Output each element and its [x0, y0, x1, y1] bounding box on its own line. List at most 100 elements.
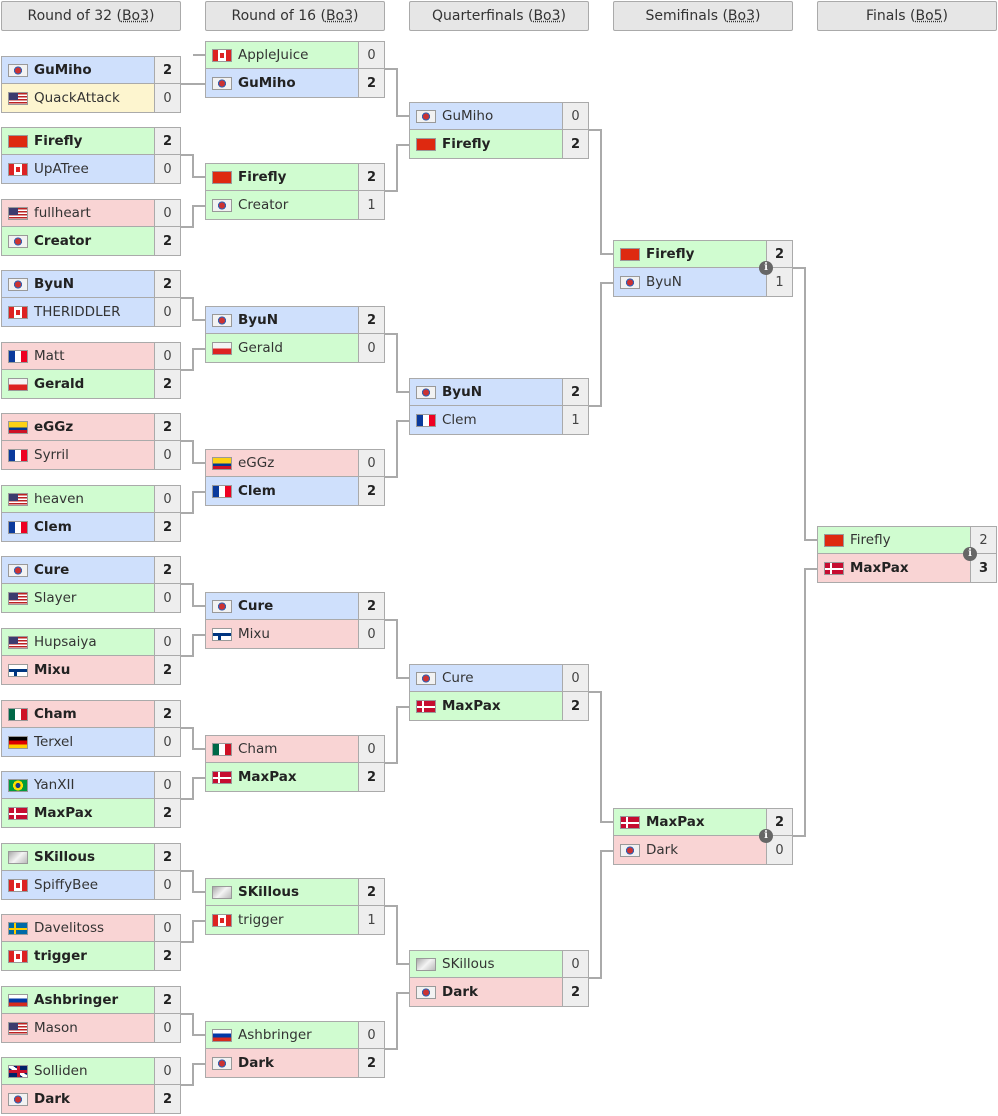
round-header-3: Semifinals (Bo3): [613, 1, 793, 31]
player-cell: MaxPax: [818, 554, 971, 582]
match[interactable]: ByuN 2 THERIDDLER 0: [1, 270, 181, 327]
match[interactable]: AppleJuice 0 GuMiho 2: [205, 41, 385, 98]
player-row[interactable]: Hupsaiya 0: [1, 628, 181, 656]
player-row[interactable]: Cham 2: [1, 700, 181, 728]
player-row[interactable]: Clem 1: [409, 406, 589, 435]
match[interactable]: Solliden 0 Dark 2: [1, 1057, 181, 1114]
player-row[interactable]: trigger 2: [1, 942, 181, 971]
match[interactable]: SKillous 2 trigger 1: [205, 878, 385, 935]
player-row[interactable]: Creator 1: [205, 191, 385, 220]
match[interactable]: heaven 0 Clem 2: [1, 485, 181, 542]
match[interactable]: eGGz 2 Syrril 0: [1, 413, 181, 470]
player-row[interactable]: AppleJuice 0: [205, 41, 385, 69]
player-score: 0: [359, 1022, 384, 1048]
player-name: SKillous: [238, 884, 299, 900]
player-row[interactable]: ByuN 2: [1, 270, 181, 298]
player-row[interactable]: SKillous 2: [205, 878, 385, 906]
player-row[interactable]: Terxel 0: [1, 728, 181, 757]
player-row[interactable]: trigger 1: [205, 906, 385, 935]
player-row[interactable]: Ashbringer 0: [205, 1021, 385, 1049]
match[interactable]: Firefly 2 Creator 1: [205, 163, 385, 220]
player-score: 0: [155, 1058, 180, 1084]
match[interactable]: YanXII 0 MaxPax 2: [1, 771, 181, 828]
player-row[interactable]: Slayer 0: [1, 584, 181, 613]
player-row[interactable]: fullheart 0: [1, 199, 181, 227]
flag-ca-icon: [8, 949, 28, 963]
player-row[interactable]: SKillous 2: [1, 843, 181, 871]
match[interactable]: SKillous 0 Dark 2: [409, 950, 589, 1007]
player-row[interactable]: Davelitoss 0: [1, 914, 181, 942]
player-row[interactable]: SKillous 0: [409, 950, 589, 978]
player-row[interactable]: Creator 2: [1, 227, 181, 256]
match-info-icon[interactable]: i: [759, 261, 773, 275]
player-row[interactable]: ByuN 2: [409, 378, 589, 406]
player-cell: Solliden: [2, 1058, 155, 1084]
player-row[interactable]: Gerald 2: [1, 370, 181, 399]
player-row[interactable]: QuackAttack 0: [1, 84, 181, 113]
player-row[interactable]: Firefly 2: [409, 130, 589, 159]
player-cell: Firefly: [410, 130, 563, 158]
player-row[interactable]: eGGz 2: [1, 413, 181, 441]
match[interactable]: SKillous 2 SpiffyBee 0: [1, 843, 181, 900]
player-cell: Firefly: [2, 128, 155, 154]
player-row[interactable]: GuMiho 2: [205, 69, 385, 98]
flag-cn-icon: [416, 137, 436, 151]
player-row[interactable]: THERIDDLER 0: [1, 298, 181, 327]
match[interactable]: Hupsaiya 0 Mixu 2: [1, 628, 181, 685]
player-row[interactable]: Dark 2: [1, 1085, 181, 1114]
match[interactable]: GuMiho 2 QuackAttack 0: [1, 56, 181, 113]
player-row[interactable]: SpiffyBee 0: [1, 871, 181, 900]
player-row[interactable]: Solliden 0: [1, 1057, 181, 1085]
player-row[interactable]: MaxPax 2: [1, 799, 181, 828]
player-row[interactable]: UpATree 0: [1, 155, 181, 184]
match[interactable]: Matt 0 Gerald 2: [1, 342, 181, 399]
match[interactable]: Cham 2 Terxel 0: [1, 700, 181, 757]
player-row[interactable]: Cure 2: [1, 556, 181, 584]
match[interactable]: ByuN 2 Clem 1: [409, 378, 589, 435]
player-row[interactable]: Clem 2: [1, 513, 181, 542]
player-row[interactable]: MaxPax 2: [205, 763, 385, 792]
match[interactable]: Davelitoss 0 trigger 2: [1, 914, 181, 971]
player-row[interactable]: Firefly 2: [1, 127, 181, 155]
player-row[interactable]: YanXII 0: [1, 771, 181, 799]
player-row[interactable]: ByuN 2: [205, 306, 385, 334]
player-row[interactable]: Dark 2: [409, 978, 589, 1007]
match[interactable]: fullheart 0 Creator 2: [1, 199, 181, 256]
player-row[interactable]: Mason 0: [1, 1014, 181, 1043]
player-row[interactable]: Matt 0: [1, 342, 181, 370]
player-row[interactable]: Mixu 2: [1, 656, 181, 685]
flag-fr-icon: [8, 520, 28, 534]
match[interactable]: Firefly 2 UpATree 0: [1, 127, 181, 184]
player-row[interactable]: heaven 0: [1, 485, 181, 513]
match[interactable]: GuMiho 0 Firefly 2: [409, 102, 589, 159]
match-info-icon[interactable]: i: [759, 829, 773, 843]
player-row[interactable]: Dark 2: [205, 1049, 385, 1078]
round-format: Bo5: [915, 8, 943, 24]
player-row[interactable]: Ashbringer 2: [1, 986, 181, 1014]
match[interactable]: Ashbringer 0 Dark 2: [205, 1021, 385, 1078]
player-row[interactable]: Cure 0: [409, 664, 589, 692]
match[interactable]: Cure 2 Mixu 0: [205, 592, 385, 649]
match[interactable]: Cham 0 MaxPax 2: [205, 735, 385, 792]
player-row[interactable]: Syrril 0: [1, 441, 181, 470]
match[interactable]: Cure 0 MaxPax 2: [409, 664, 589, 721]
player-row[interactable]: MaxPax 2: [409, 692, 589, 721]
player-row[interactable]: Mixu 0: [205, 620, 385, 649]
player-cell: Terxel: [2, 728, 155, 756]
player-row[interactable]: Cham 0: [205, 735, 385, 763]
match[interactable]: eGGz 0 Clem 2: [205, 449, 385, 506]
player-cell: GuMiho: [2, 57, 155, 83]
player-row[interactable]: GuMiho 2: [1, 56, 181, 84]
match[interactable]: ByuN 2 Gerald 0: [205, 306, 385, 363]
player-row[interactable]: Firefly 2: [205, 163, 385, 191]
player-row[interactable]: Cure 2: [205, 592, 385, 620]
flag-dk-icon: [416, 699, 436, 713]
player-row[interactable]: Gerald 0: [205, 334, 385, 363]
player-row[interactable]: Clem 2: [205, 477, 385, 506]
match[interactable]: Cure 2 Slayer 0: [1, 556, 181, 613]
match-info-icon[interactable]: i: [963, 547, 977, 561]
player-cell: Ashbringer: [2, 987, 155, 1013]
player-row[interactable]: eGGz 0: [205, 449, 385, 477]
match[interactable]: Ashbringer 2 Mason 0: [1, 986, 181, 1043]
player-row[interactable]: GuMiho 0: [409, 102, 589, 130]
